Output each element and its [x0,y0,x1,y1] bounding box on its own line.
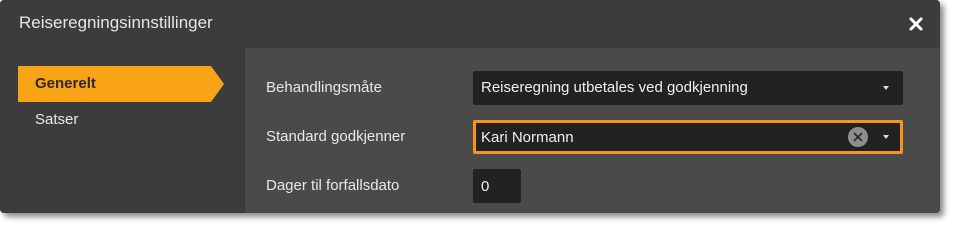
settings-panel: Behandlingsmåte Reiseregning utbetales v… [245,48,940,213]
sidebar-item-label: Generelt [35,75,96,92]
sidebar-item-generelt[interactable]: Generelt [18,66,224,102]
dialog-titlebar: Reiseregningsinnstillinger [0,0,940,48]
standard-godkjenner-label: Standard godkjenner [266,128,406,145]
standard-godkjenner-value: Kari Normann [481,129,574,146]
standard-godkjenner-select[interactable]: Kari Normann [473,120,903,154]
behandlingsmate-select[interactable]: Reiseregning utbetales ved godkjenning [473,71,903,105]
caret-down-icon [883,86,889,90]
dager-til-forfallsdato-input[interactable]: 0 [473,169,521,203]
behandlingsmate-label: Behandlingsmåte [266,79,382,96]
caret-down-icon [883,135,889,139]
dager-til-forfallsdato-label: Dager til forfallsdato [266,177,400,194]
close-icon[interactable] [906,14,926,34]
settings-dialog: Reiseregningsinnstillinger Generelt Sats… [0,0,940,213]
dialog-title: Reiseregningsinnstillinger [19,13,213,32]
clear-icon[interactable] [848,127,868,147]
sidebar: Generelt Satser [0,48,245,213]
sidebar-item-label: Satser [35,111,79,128]
sidebar-item-satser[interactable]: Satser [18,102,224,138]
dager-til-forfallsdato-value: 0 [481,178,490,195]
behandlingsmate-value: Reiseregning utbetales ved godkjenning [481,79,748,96]
